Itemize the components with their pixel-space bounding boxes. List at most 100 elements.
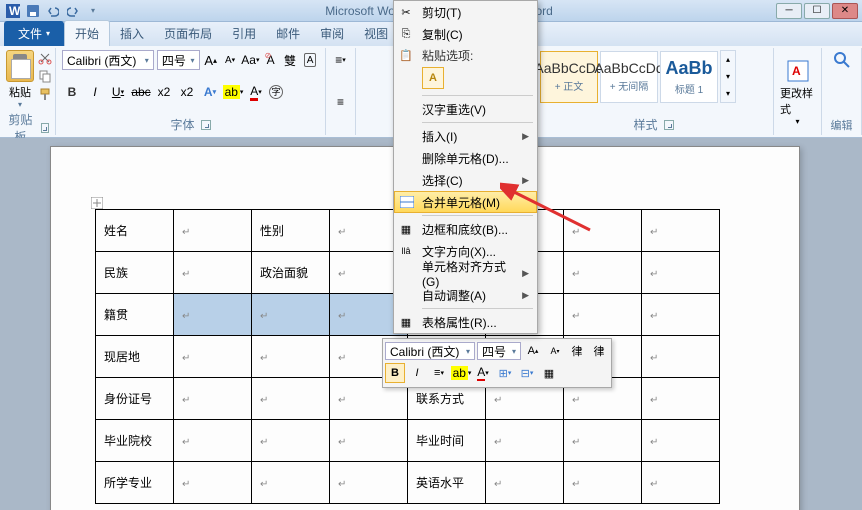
mini-highlight-icon[interactable]: ab▾ bbox=[451, 363, 471, 383]
references-tab[interactable]: 引用 bbox=[222, 21, 266, 46]
ctx-select[interactable]: 选择(C)▶ bbox=[394, 169, 537, 191]
mail-tab[interactable]: 邮件 bbox=[266, 21, 310, 46]
maximize-button[interactable]: ☐ bbox=[804, 3, 830, 19]
save-icon[interactable] bbox=[24, 2, 42, 20]
undo-icon[interactable] bbox=[44, 2, 62, 20]
redo-icon[interactable] bbox=[64, 2, 82, 20]
cell[interactable]: ↵ bbox=[564, 210, 642, 252]
strikethrough-button[interactable]: abc bbox=[131, 82, 151, 102]
mini-font-color-icon[interactable]: A▾ bbox=[473, 363, 493, 383]
cell[interactable]: 姓名 bbox=[96, 210, 174, 252]
cell[interactable]: ↵ bbox=[564, 294, 642, 336]
gallery-down-icon[interactable]: ▾ bbox=[721, 68, 735, 85]
cell[interactable]: 所学专业 bbox=[96, 462, 174, 504]
style-heading1[interactable]: AaBb标题 1 bbox=[660, 51, 718, 103]
layout-tab[interactable]: 页面布局 bbox=[154, 21, 222, 46]
cell[interactable]: 现居地 bbox=[96, 336, 174, 378]
align-icon[interactable]: ≡ bbox=[332, 92, 349, 112]
superscript-button[interactable]: x2 bbox=[177, 82, 197, 102]
ctx-cell-align[interactable]: 单元格对齐方式(G)▶ bbox=[394, 262, 537, 284]
mini-italic-button[interactable]: I bbox=[407, 363, 427, 383]
cell[interactable]: ↵ bbox=[330, 462, 408, 504]
style-normal[interactable]: AaBbCcDd+ 正文 bbox=[540, 51, 598, 103]
font-dialog-launcher[interactable] bbox=[201, 120, 211, 130]
font-name-combo[interactable]: Calibri (西文)▾ bbox=[62, 50, 154, 70]
cell[interactable]: 性别 bbox=[252, 210, 330, 252]
cell[interactable]: 毕业院校 bbox=[96, 420, 174, 462]
insert-tab[interactable]: 插入 bbox=[110, 21, 154, 46]
subscript-button[interactable]: x2 bbox=[154, 82, 174, 102]
cell[interactable]: ↵ bbox=[330, 420, 408, 462]
cell-selected[interactable]: ↵ bbox=[252, 294, 330, 336]
ctx-cut[interactable]: ✂剪切(T) bbox=[394, 1, 537, 23]
underline-button[interactable]: U▾ bbox=[108, 82, 128, 102]
mini-bold-button[interactable]: B bbox=[385, 363, 405, 383]
cell[interactable]: ↵ bbox=[642, 252, 720, 294]
mini-insert-icon[interactable]: ⊞▾ bbox=[495, 363, 515, 383]
italic-button[interactable]: I bbox=[85, 82, 105, 102]
mini-merge-icon[interactable]: ▦ bbox=[539, 363, 559, 383]
enclose-char-icon[interactable]: 字 bbox=[269, 85, 283, 99]
ctx-hanzi[interactable]: 汉字重选(V) bbox=[394, 98, 537, 120]
cell-selected[interactable]: ↵ bbox=[174, 294, 252, 336]
ctx-insert[interactable]: 插入(I)▶ bbox=[394, 125, 537, 147]
cell[interactable]: ↵ bbox=[174, 420, 252, 462]
grow-font-icon[interactable]: A▴ bbox=[203, 50, 219, 70]
change-case-icon[interactable]: Aa▾ bbox=[241, 50, 259, 70]
cell[interactable]: ↵ bbox=[642, 378, 720, 420]
styles-dialog-launcher[interactable] bbox=[664, 120, 674, 130]
cell[interactable]: ↵ bbox=[174, 462, 252, 504]
mini-align-icon[interactable]: ≡▾ bbox=[429, 363, 449, 383]
style-nospacing[interactable]: AaBbCcDd+ 无间隔 bbox=[600, 51, 658, 103]
cell[interactable]: ↵ bbox=[252, 336, 330, 378]
view-tab[interactable]: 视图 bbox=[354, 21, 398, 46]
paste-button[interactable]: 粘贴 ▾ bbox=[6, 50, 34, 109]
bold-button[interactable]: B bbox=[62, 82, 82, 102]
ctx-autofit[interactable]: 自动调整(A)▶ bbox=[394, 284, 537, 306]
clipboard-dialog-launcher[interactable] bbox=[41, 123, 49, 133]
mini-shrink-font-icon[interactable]: A▾ bbox=[545, 341, 565, 361]
highlight-icon[interactable]: ab▾ bbox=[223, 82, 243, 102]
gallery-up-icon[interactable]: ▴ bbox=[721, 51, 735, 68]
mini-styles-icon[interactable]: 律 bbox=[567, 341, 587, 361]
cell[interactable]: 民族 bbox=[96, 252, 174, 294]
ctx-delete-cells[interactable]: 删除单元格(D)... bbox=[394, 147, 537, 169]
cell[interactable]: ↵ bbox=[174, 336, 252, 378]
cell[interactable]: ↵ bbox=[564, 252, 642, 294]
mini-delete-icon[interactable]: ⊟▾ bbox=[517, 363, 537, 383]
phonetic-icon[interactable]: 雙 bbox=[282, 50, 298, 70]
cell[interactable]: ↵ bbox=[642, 420, 720, 462]
cell[interactable]: 身份证号 bbox=[96, 378, 174, 420]
font-color-icon[interactable]: A▾ bbox=[246, 82, 266, 102]
clear-format-icon[interactable]: A⊘ bbox=[262, 50, 278, 70]
cell[interactable]: 政治面貌 bbox=[252, 252, 330, 294]
style-gallery[interactable]: AaBbCcDd+ 正文 AaBbCcDd+ 无间隔 AaBb标题 1 ▴ ▾ … bbox=[540, 50, 767, 103]
ctx-copy[interactable]: ⎘复制(C) bbox=[394, 23, 537, 45]
minimize-button[interactable]: ─ bbox=[776, 3, 802, 19]
cell[interactable]: ↵ bbox=[174, 210, 252, 252]
font-size-combo[interactable]: 四号▾ bbox=[157, 50, 200, 70]
format-painter-icon[interactable] bbox=[36, 86, 54, 102]
home-tab[interactable]: 开始 bbox=[64, 20, 110, 46]
cell[interactable]: ↵ bbox=[564, 420, 642, 462]
cell[interactable]: ↵ bbox=[642, 294, 720, 336]
file-tab[interactable]: 文件▾ bbox=[4, 21, 64, 46]
ctx-table-properties[interactable]: ▦表格属性(R)... bbox=[394, 311, 537, 333]
cell[interactable]: ↵ bbox=[564, 462, 642, 504]
ctx-merge-cells[interactable]: 合并单元格(M) bbox=[394, 191, 537, 213]
word-icon[interactable]: W bbox=[4, 2, 22, 20]
mini-grow-font-icon[interactable]: A▴ bbox=[523, 341, 543, 361]
shrink-font-icon[interactable]: A▾ bbox=[222, 50, 238, 70]
cell[interactable]: ↵ bbox=[642, 462, 720, 504]
cell[interactable]: 毕业时间 bbox=[408, 420, 486, 462]
qat-dropdown-icon[interactable]: ▾ bbox=[84, 2, 102, 20]
cell[interactable]: ↵ bbox=[642, 336, 720, 378]
border-icon[interactable]: A bbox=[304, 53, 316, 67]
mini-size-combo[interactable]: 四号▾ bbox=[477, 342, 521, 360]
cell[interactable]: ↵ bbox=[486, 420, 564, 462]
copy-icon[interactable] bbox=[36, 68, 54, 84]
paste-keep-formatting[interactable]: A bbox=[422, 67, 444, 89]
cell[interactable]: ↵ bbox=[252, 462, 330, 504]
find-button[interactable] bbox=[828, 50, 855, 70]
cell[interactable]: ↵ bbox=[174, 378, 252, 420]
